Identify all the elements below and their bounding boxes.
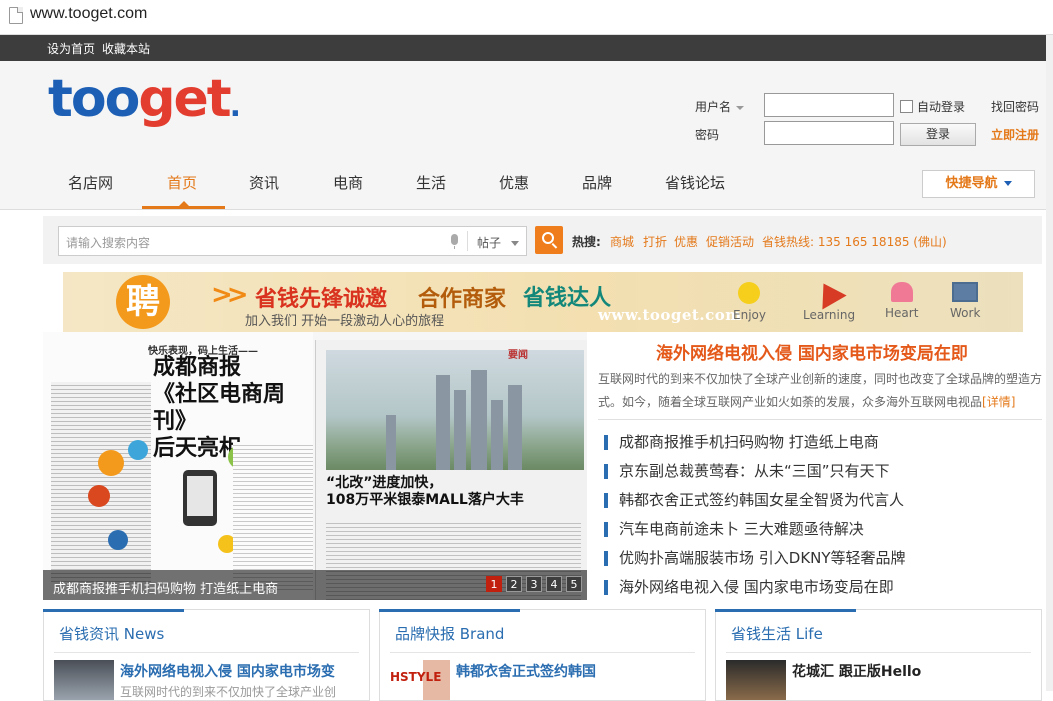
password-label: 密码 [695, 128, 720, 142]
hot-link-promo[interactable]: 促销活动 [706, 233, 754, 250]
chevron-down-icon [511, 241, 520, 246]
top-bar: 设为首页 收藏本站 [0, 35, 1053, 61]
url-text[interactable]: www.tooget.com [30, 5, 147, 23]
monitor-icon [952, 282, 979, 302]
newspaper-image-right: 要闻 “北改”进度加快， 108万平米银泰MALL落户大丰 [315, 340, 587, 600]
double-chevron-right-icon: >> [211, 280, 248, 310]
slide-caption[interactable]: 成都商报推手机扫码购物 打造纸上电商 [53, 578, 278, 597]
forgot-password-link[interactable]: 找回密码 [991, 98, 1039, 115]
newspaper-headline: “北改”进度加快， 108万平米银泰MALL落户大丰 [326, 475, 524, 508]
divider [598, 419, 1042, 420]
site-logo[interactable]: tooget. [48, 69, 241, 129]
search-type-select[interactable]: 帖子 [477, 234, 520, 251]
search-input[interactable]: 请输入搜索内容 帖子 [58, 226, 527, 256]
microphone-icon[interactable] [451, 234, 458, 249]
top-headline[interactable]: 海外网络电视入侵 国内家电市场变局在即 [656, 339, 968, 364]
auto-login-checkbox[interactable] [900, 100, 913, 113]
sun-icon [738, 282, 761, 304]
search-bar: 请输入搜索内容 帖子 热搜: 商城 打折 优惠 促销活动 省钱热线: 135 1… [43, 216, 1042, 264]
plane-icon [811, 276, 847, 310]
heart-icon [890, 282, 913, 302]
vertical-scrollbar[interactable] [1046, 35, 1053, 691]
banner-title-1: 省钱先锋诚邀 [255, 287, 388, 312]
card-title[interactable]: 省钱生活 Life [731, 623, 823, 644]
nav-item-deals[interactable]: 优惠 [499, 172, 529, 193]
nav-item-news[interactable]: 资讯 [249, 172, 279, 193]
nav-active-underline [142, 206, 225, 209]
card-item-summary: 互联网时代的到来不仅加快了全球产业创 [120, 685, 337, 699]
auto-login-label: 自动登录 [917, 100, 966, 114]
username-input[interactable] [764, 93, 894, 117]
card-item-title[interactable]: 韩都衣舍正式签约韩国 [456, 661, 596, 681]
card-title[interactable]: 品牌快报 Brand [395, 623, 504, 644]
details-link[interactable]: [详情] [982, 395, 1015, 409]
life-card: 省钱生活 Life 花城汇 跟正版Hello [715, 609, 1042, 701]
chevron-down-icon [736, 105, 745, 110]
phone-illustration [183, 470, 217, 526]
hot-search-label: 热搜: [572, 235, 601, 249]
hot-link-mall[interactable]: 商城 [610, 233, 634, 250]
learning-item: Learning [803, 276, 855, 322]
search-icon [542, 232, 554, 244]
nav-item-brand[interactable]: 品牌 [582, 172, 612, 193]
page-icon [9, 7, 23, 24]
feature-slideshow[interactable]: 快乐表现，码上生活—— 成都商报 《社区电商周刊》 后天亮相 要闻 “北改”进度… [43, 332, 587, 600]
quick-nav-button[interactable]: 快捷导航 [922, 170, 1035, 198]
banner-title-2: 合作商家 [418, 287, 507, 312]
chevron-down-icon [1003, 181, 1012, 186]
card-thumbnail[interactable]: HSTYLE [390, 660, 450, 700]
slide-page-5[interactable]: 5 [566, 576, 582, 592]
login-button[interactable]: 登录 [900, 123, 976, 146]
divider [467, 231, 468, 251]
nav-item-mingdian[interactable]: 名店网 [68, 172, 113, 193]
hot-link-deals[interactable]: 优惠 [674, 233, 698, 250]
banner-subtitle: 加入我们 开始一段激动人心的旅程 [245, 314, 445, 329]
slide-page-1[interactable]: 1 [486, 576, 502, 592]
site-header: tooget. 用户名 自动登录 找回密码 密码 登录 立即注册 名店网 首页 … [0, 61, 1053, 210]
register-link[interactable]: 立即注册 [991, 126, 1039, 143]
brand-card: 品牌快报 Brand HSTYLE 韩都衣舍正式签约韩国 [379, 609, 706, 701]
list-item[interactable]: 京东副总裁蒉莺春：从未“三国”只有天下 [604, 459, 906, 488]
recruit-banner[interactable]: 聘 >> 省钱先锋诚邀 合作商家 省钱达人 加入我们 开始一段激动人心的旅程 w… [43, 272, 1042, 332]
card-item-title[interactable]: 海外网络电视入侵 国内家电市场变 [120, 661, 335, 681]
username-label: 用户名 [695, 98, 745, 115]
set-homepage-link[interactable]: 设为首页 [47, 40, 95, 57]
hot-link-discount[interactable]: 打折 [643, 233, 667, 250]
banner-watermark-url: www.tooget.com [598, 306, 742, 324]
headline-summary: 互联网时代的到来不仅加快了全球产业创新的速度，同时也改变了全球品牌的塑造方式。如… [598, 372, 1043, 409]
list-item[interactable]: 成都商报推手机扫码购物 打造纸上电商 [604, 430, 906, 459]
list-item[interactable]: 海外网络电视入侵 国内家电市场变局在即 [604, 575, 906, 604]
recruit-badge: 聘 [116, 275, 170, 329]
nav-item-life[interactable]: 生活 [416, 172, 446, 193]
news-card: 省钱资讯 News 海外网络电视入侵 国内家电市场变 互联网时代的到来不仅加快了… [43, 609, 370, 701]
work-item: Work [950, 282, 980, 320]
city-photo [326, 350, 584, 470]
news-list: 成都商报推手机扫码购物 打造纸上电商 京东副总裁蒉莺春：从未“三国”只有天下 韩… [604, 430, 906, 604]
search-button[interactable] [535, 226, 563, 254]
slide-page-2[interactable]: 2 [506, 576, 522, 592]
card-title[interactable]: 省钱资讯 News [59, 623, 164, 644]
hot-link-hotline[interactable]: 省钱热线: 135 165 18185 (佛山) [762, 233, 947, 250]
list-item[interactable]: 汽车电商前途未卜 三大难题亟待解决 [604, 517, 906, 546]
nav-item-home[interactable]: 首页 [167, 172, 197, 193]
slide-caption-bar: 成都商报推手机扫码购物 打造纸上电商 1 2 3 4 5 [43, 570, 587, 600]
nav-item-forum[interactable]: 省钱论坛 [665, 172, 725, 193]
card-thumbnail[interactable] [726, 660, 786, 700]
list-item[interactable]: 韩都衣舍正式签约韩国女星全智贤为代言人 [604, 488, 906, 517]
newspaper-image-left: 快乐表现，码上生活—— 成都商报 《社区电商周刊》 后天亮相 [43, 332, 313, 600]
heart-item: Heart [885, 282, 918, 320]
card-thumbnail[interactable] [54, 660, 114, 700]
address-bar[interactable]: www.tooget.com [0, 0, 1053, 35]
card-item-title[interactable]: 花城汇 跟正版Hello [792, 661, 921, 681]
nav-item-ecommerce[interactable]: 电商 [333, 172, 363, 193]
bookmark-link[interactable]: 收藏本站 [102, 40, 150, 57]
slide-page-3[interactable]: 3 [526, 576, 542, 592]
slide-page-4[interactable]: 4 [546, 576, 562, 592]
list-item[interactable]: 优购扑高端服装市场 引入DKNY等轻奢品牌 [604, 546, 906, 575]
password-input[interactable] [764, 121, 894, 145]
search-placeholder: 请输入搜索内容 [66, 236, 151, 250]
enjoy-item: Enjoy [733, 282, 766, 322]
